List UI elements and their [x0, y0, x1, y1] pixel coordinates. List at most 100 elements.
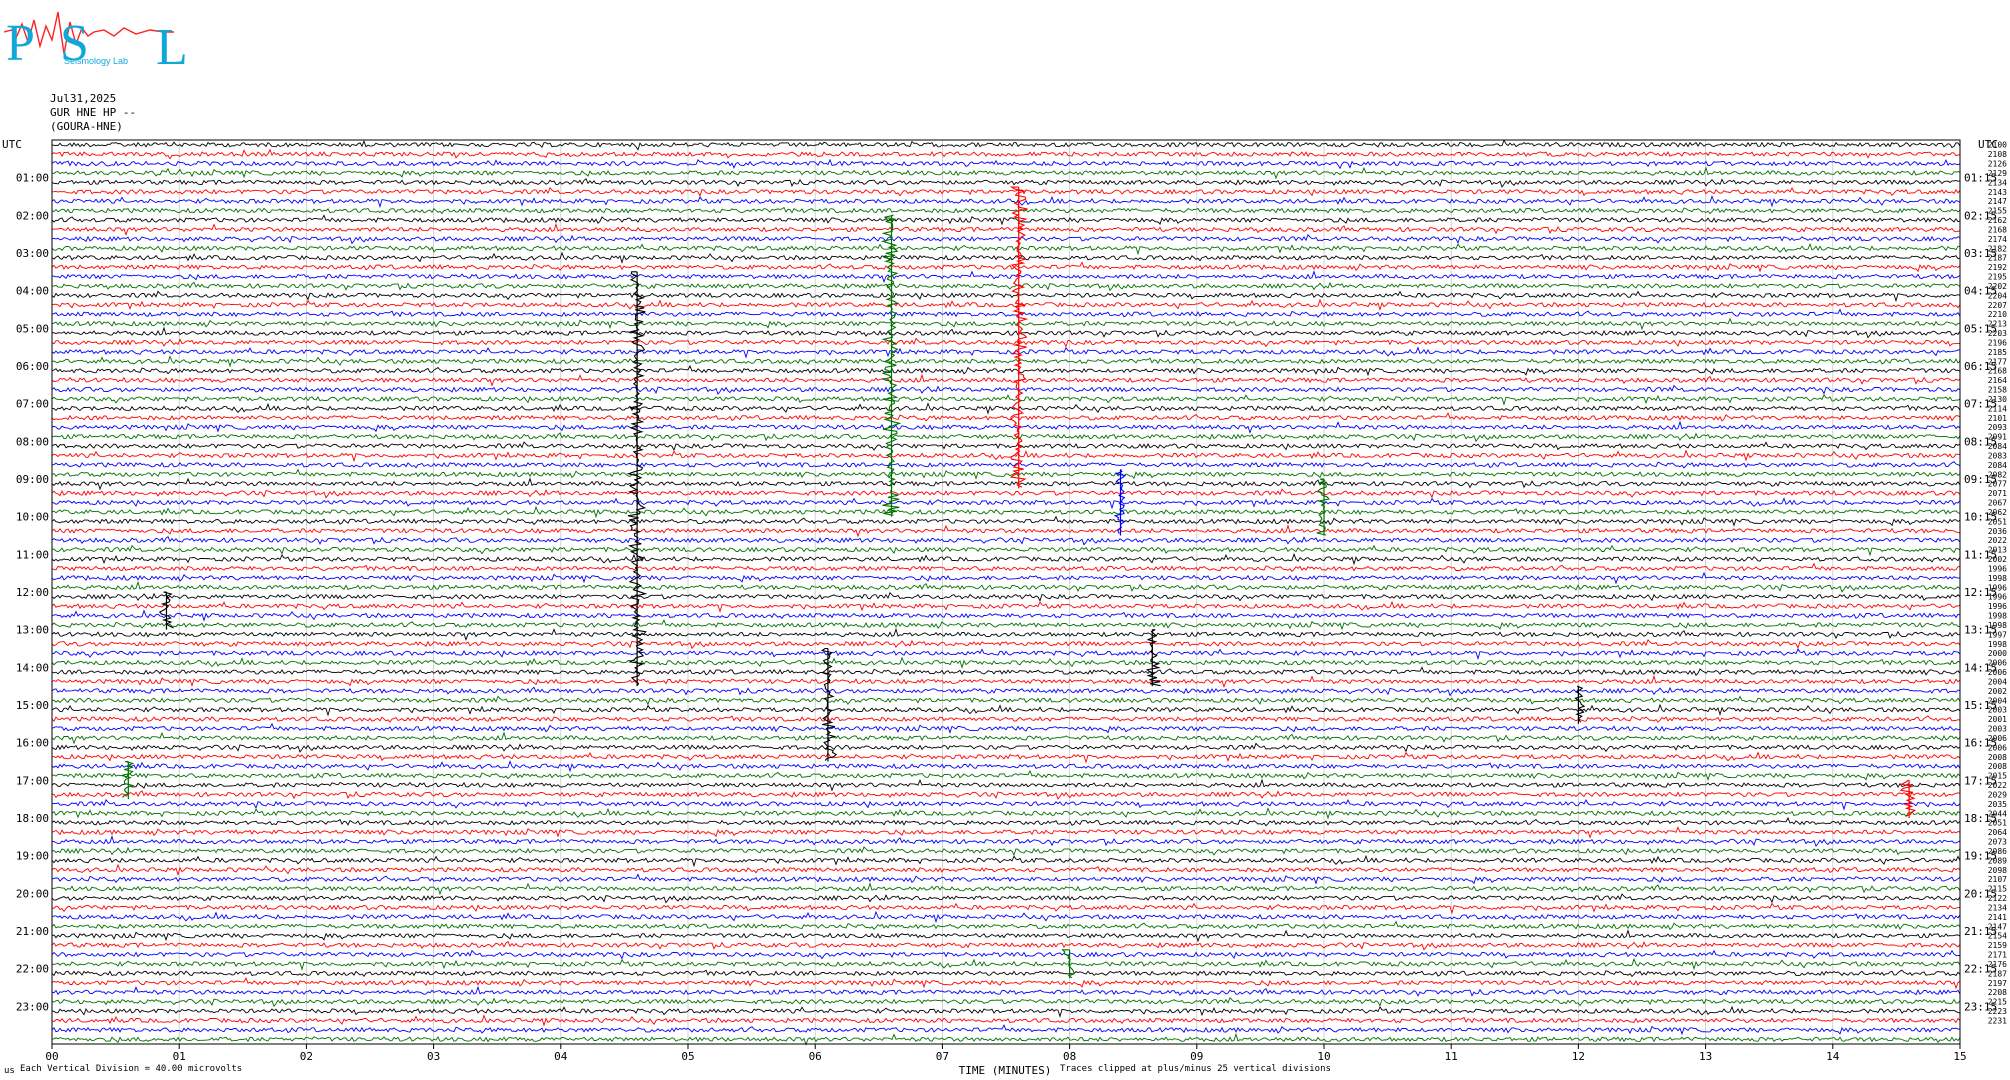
trace-line	[51, 242, 1961, 256]
hour-label-left: 18:00	[16, 812, 49, 825]
hour-label-left: 02:00	[16, 209, 49, 222]
trace-line	[51, 638, 1961, 650]
trace-line	[51, 298, 1961, 312]
trace-line	[51, 686, 1961, 697]
hour-label-left: 15:00	[16, 699, 49, 712]
x-tick-label: 13	[1699, 1050, 1712, 1063]
trace-count-label: 2177	[1988, 357, 2007, 366]
hour-label-left: 04:00	[16, 285, 49, 298]
event-burst	[820, 647, 838, 761]
trace-count-label: 2168	[1988, 225, 2007, 234]
trace-line	[51, 477, 1961, 491]
trace-line	[51, 769, 1961, 782]
trace-line	[51, 619, 1961, 631]
trace-line	[51, 826, 1961, 839]
trace-count-label: 2022	[1988, 536, 2007, 545]
trace-line	[51, 384, 1961, 396]
trace-line	[51, 985, 1961, 997]
trace-line	[51, 703, 1961, 717]
trace-count-label: 2141	[1988, 913, 2007, 922]
seismic-traces	[51, 139, 1961, 1046]
trace-count-label: 2210	[1988, 310, 2007, 319]
x-tick-label: 09	[1190, 1050, 1203, 1063]
trace-count-label: 2147	[1988, 197, 2007, 206]
trace-line	[51, 873, 1961, 885]
trace-line	[51, 562, 1961, 573]
hour-label-left: 06:00	[16, 360, 49, 373]
trace-line	[51, 497, 1961, 510]
trace-count-label: 2003	[1988, 706, 2007, 715]
trace-line	[51, 214, 1961, 226]
x-tick-label: 15	[1953, 1050, 1966, 1063]
x-tick-label: 00	[45, 1050, 58, 1063]
hour-label-left: 16:00	[16, 737, 49, 750]
clip-note: Traces clipped at plus/minus 25 vertical…	[1060, 1064, 1331, 1074]
trace-count-label: 2089	[1988, 856, 2007, 865]
trace-line	[51, 882, 1961, 896]
trace-count-label: 2215	[1988, 998, 2007, 1007]
trace-line	[51, 580, 1961, 593]
hour-label-left: 11:00	[16, 548, 49, 561]
hour-label-left: 14:00	[16, 661, 49, 674]
trace-count-label: 2002	[1988, 687, 2007, 696]
event-burst	[1316, 478, 1330, 536]
trace-count-label: 2155	[1988, 207, 2007, 216]
trace-count-label: 2162	[1988, 216, 2007, 225]
trace-count-label: 2036	[1988, 527, 2007, 536]
trace-count-label: 2158	[1988, 386, 2007, 395]
trace-line	[51, 222, 1961, 237]
trace-line	[51, 742, 1961, 753]
trace-count-label: 2203	[1988, 329, 2007, 338]
trace-count-label: 2192	[1988, 263, 2007, 272]
trace-line	[51, 929, 1961, 943]
trace-count-label: 2098	[1988, 866, 2007, 875]
trace-count-label: 2134	[1988, 178, 2007, 187]
trace-line	[51, 893, 1961, 904]
trace-line	[51, 731, 1961, 745]
x-tick-label: 07	[936, 1050, 949, 1063]
trace-count-label: 2064	[1988, 828, 2007, 837]
trace-line	[51, 373, 1961, 387]
trace-line	[51, 760, 1961, 773]
trace-line	[51, 432, 1961, 443]
trace-line	[51, 393, 1961, 406]
trace-count-label: 2115	[1988, 885, 2007, 894]
trace-line	[51, 148, 1961, 160]
trace-line	[51, 854, 1961, 868]
trace-count-label: 2051	[1988, 517, 2007, 526]
hour-label-left: 12:00	[16, 586, 49, 599]
trace-line	[51, 778, 1961, 792]
trace-line	[51, 1032, 1961, 1046]
hour-label-left: 19:00	[16, 850, 49, 863]
trace-line	[51, 206, 1961, 215]
trace-count-label: 2223	[1988, 1007, 2007, 1016]
trace-count-label: 2006	[1988, 734, 2007, 743]
hour-label-left: 21:00	[16, 925, 49, 938]
trace-line	[51, 290, 1961, 303]
trace-line	[51, 412, 1961, 422]
trace-line	[51, 488, 1961, 499]
trace-count-label: 2008	[1988, 753, 2007, 762]
trace-line	[51, 666, 1961, 676]
trace-count-label: 2003	[1988, 725, 2007, 734]
trace-line	[51, 461, 1961, 469]
trace-line	[51, 468, 1961, 480]
trace-line	[51, 281, 1961, 292]
trace-count-label: 2143	[1988, 188, 2007, 197]
trace-line	[51, 449, 1960, 463]
trace-line	[51, 364, 1961, 377]
trace-count-label: 2171	[1988, 951, 2007, 960]
trace-line	[51, 536, 1961, 546]
trace-count-label: 1996	[1988, 593, 2007, 602]
trace-line	[51, 261, 1961, 273]
trace-count-label: 1998	[1988, 640, 2007, 649]
trace-count-label: 2077	[1988, 480, 2007, 489]
x-tick-label: 03	[427, 1050, 440, 1063]
x-tick-label: 06	[809, 1050, 822, 1063]
trace-count-label: 2147	[1988, 922, 2007, 931]
trace-line	[51, 977, 1961, 990]
trace-line	[51, 346, 1961, 359]
trace-line	[51, 609, 1961, 622]
trace-line	[51, 969, 1961, 978]
trace-count-label: 2168	[1988, 367, 2007, 376]
